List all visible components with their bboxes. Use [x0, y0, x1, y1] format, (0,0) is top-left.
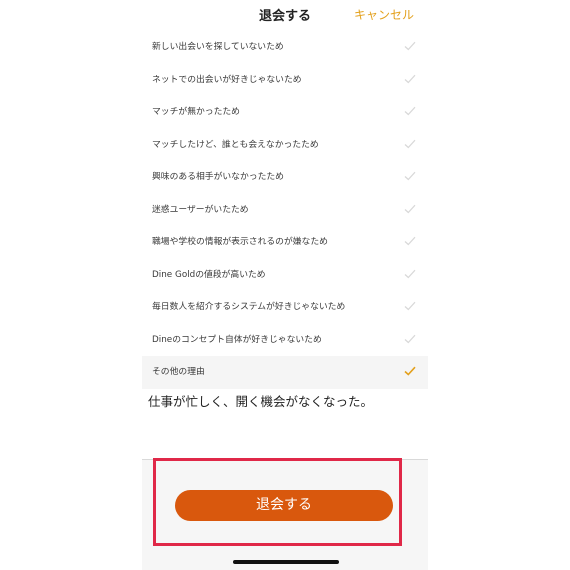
reason-item-other[interactable]: その他の理由 [142, 356, 428, 389]
reason-label: 毎日数人を紹介するシステムが好きじゃないため [152, 302, 346, 313]
reason-item-6[interactable]: 職場や学校の情報が表示されるのが嫌なため [142, 226, 428, 259]
reason-item-4[interactable]: 興味のある相手がいなかったため [142, 161, 428, 194]
reason-label: 興味のある相手がいなかったため [152, 172, 284, 183]
reason-label: Dineのコンセプト自体が好きじゃないため [152, 334, 322, 345]
check-icon [404, 42, 416, 51]
check-icon [404, 139, 416, 149]
reason-label: 職場や学校の情報が表示されるのが嫌なため [152, 237, 328, 248]
reason-label: マッチしたけど、誰とも会えなかったため [152, 139, 319, 150]
reason-item-7[interactable]: Dine Goldの値段が高いため [142, 259, 428, 292]
check-icon [404, 204, 416, 214]
cancel-button[interactable]: キャンセル [354, 6, 414, 23]
reason-label: ネットでの出会いが好きじゃないため [152, 74, 302, 85]
reason-label: 迷惑ユーザーがいたため [152, 204, 249, 215]
nav-bar: 退会する キャンセル [142, 0, 428, 30]
reason-list: 新しい出会いを探していないため ネットでの出会いが好きじゃないため マッチが無か… [142, 31, 428, 389]
check-icon [404, 237, 416, 246]
reason-label: 新しい出会いを探していないため [152, 42, 284, 53]
footer: 退会する [142, 459, 428, 570]
check-icon [404, 366, 416, 376]
check-icon [404, 334, 416, 344]
check-icon [404, 107, 416, 116]
check-icon [404, 269, 416, 279]
reason-label: Dine Goldの値段が高いため [152, 269, 266, 280]
phone-screen: 退会する キャンセル 新しい出会いを探していないため ネットでの出会いが好きじゃ… [142, 0, 428, 570]
reason-item-5[interactable]: 迷惑ユーザーがいたため [142, 194, 428, 227]
reason-item-2[interactable]: マッチが無かったため [142, 96, 428, 129]
reason-item-8[interactable]: 毎日数人を紹介するシステムが好きじゃないため [142, 291, 428, 324]
reason-item-0[interactable]: 新しい出会いを探していないため [142, 31, 428, 64]
other-reason-textarea[interactable]: 仕事が忙しく、開く機会がなくなった。 [148, 391, 373, 410]
reason-label: その他の理由 [152, 367, 205, 378]
check-icon [404, 74, 416, 84]
check-icon [404, 172, 416, 181]
reason-label: マッチが無かったため [152, 107, 240, 118]
home-indicator [233, 560, 339, 564]
check-icon [404, 302, 416, 311]
withdraw-button[interactable]: 退会する [175, 490, 393, 521]
reason-item-9[interactable]: Dineのコンセプト自体が好きじゃないため [142, 324, 428, 357]
reason-item-1[interactable]: ネットでの出会いが好きじゃないため [142, 64, 428, 97]
reason-item-3[interactable]: マッチしたけど、誰とも会えなかったため [142, 129, 428, 162]
